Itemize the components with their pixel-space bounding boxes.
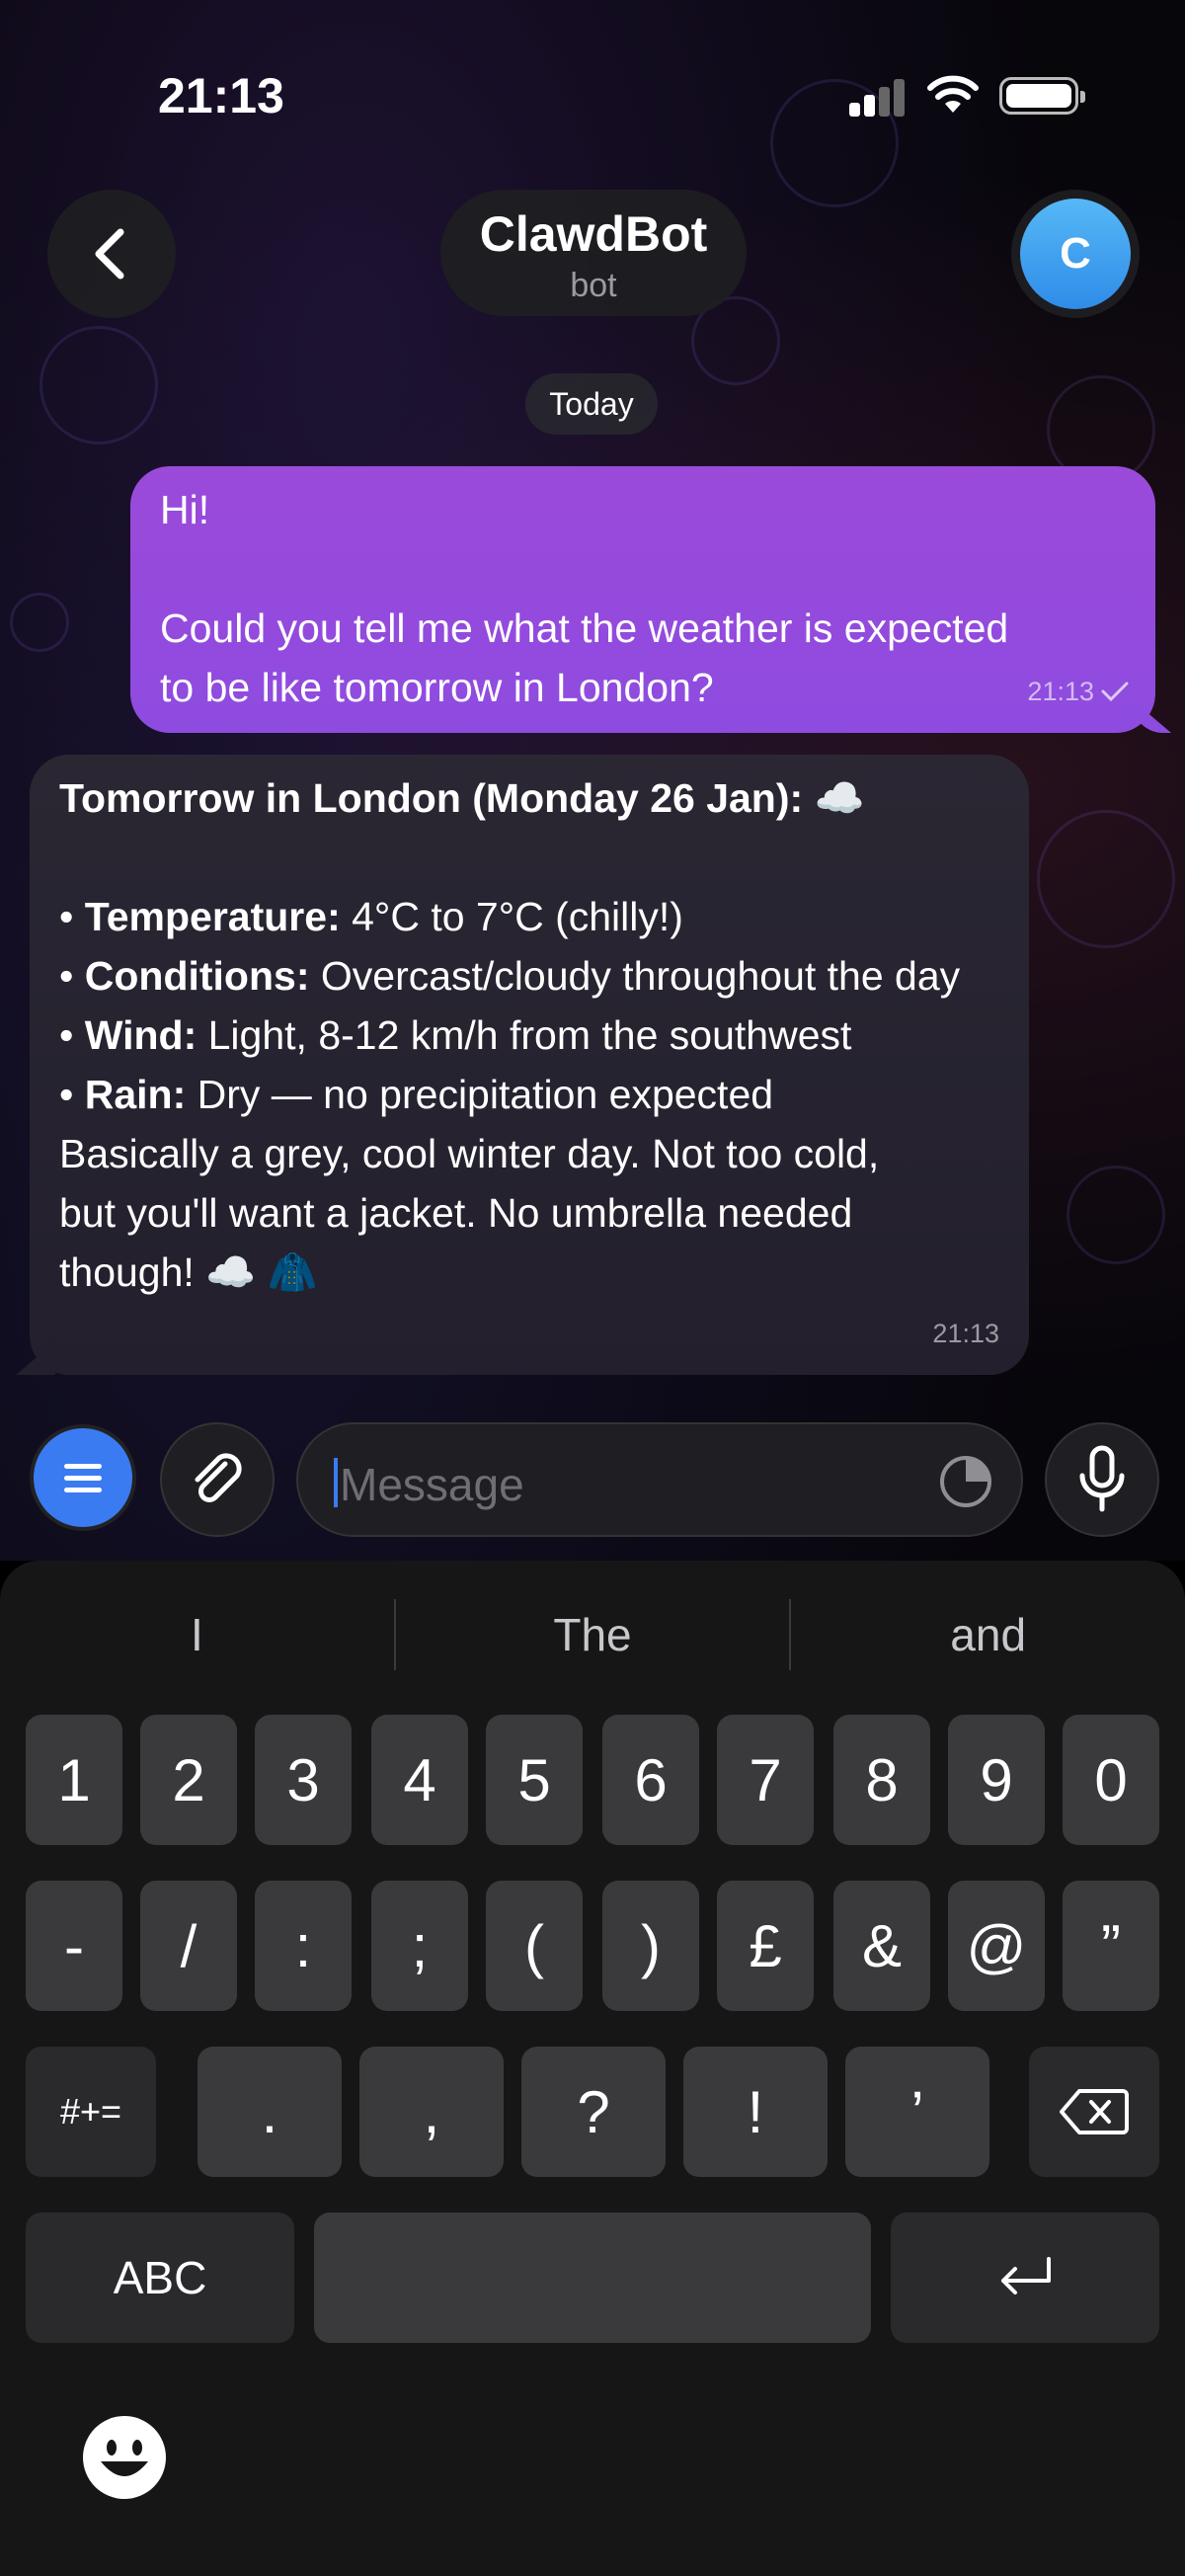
key[interactable]: ?	[521, 2047, 666, 2177]
timer-icon[interactable]	[938, 1454, 993, 1509]
battery-icon	[999, 77, 1085, 115]
message-bullet: • Rain: Dry — no precipitation expected	[59, 1072, 774, 1117]
key[interactable]: 1	[26, 1715, 122, 1845]
keyboard: I The and 1 2 3 4 5 6 7 8 9 0 - / : ; ( …	[0, 1561, 1185, 2576]
message-bullet: • Wind: Light, 8-12 km/h from the southw…	[59, 1012, 852, 1058]
avatar-letter: C	[1020, 199, 1131, 309]
message-line: to be like tomorrow in London?	[160, 665, 714, 710]
key[interactable]: &	[833, 1881, 930, 2011]
bullet-label: Rain:	[84, 1072, 187, 1117]
key[interactable]: 5	[486, 1715, 583, 1845]
message-meta: 21:13	[1027, 662, 1130, 721]
key[interactable]: 6	[602, 1715, 699, 1845]
key[interactable]: (	[486, 1881, 583, 2011]
bullet-label: Conditions:	[84, 953, 310, 999]
bot-menu-button[interactable]	[30, 1424, 136, 1531]
paperclip-icon	[195, 1453, 242, 1502]
outgoing-message[interactable]: Hi! Could you tell me what the weather i…	[130, 466, 1155, 733]
key[interactable]: 7	[717, 1715, 814, 1845]
suggestion-item[interactable]: and	[791, 1608, 1185, 1661]
key[interactable]: @	[948, 1881, 1045, 2011]
cellular-signal-icon	[849, 79, 907, 117]
text-caret	[334, 1458, 338, 1507]
back-button[interactable]	[47, 190, 176, 318]
key[interactable]: £	[717, 1881, 814, 2011]
key[interactable]: .	[198, 2047, 342, 2177]
bullet-text: Overcast/cloudy throughout the day	[309, 953, 961, 999]
suggestion-bar: I The and	[0, 1561, 1185, 1709]
key[interactable]: ’	[845, 2047, 989, 2177]
more-symbols-key[interactable]: #+=	[26, 2047, 156, 2177]
key[interactable]: 0	[1063, 1715, 1159, 1845]
key[interactable]: )	[602, 1881, 699, 2011]
chat-title[interactable]: ClawdBot bot	[440, 190, 747, 316]
message-line	[160, 539, 1126, 599]
incoming-message[interactable]: Tomorrow in London (Monday 26 Jan): ☁️ •…	[30, 755, 1029, 1375]
microphone-icon	[1079, 1445, 1125, 1512]
bullet-label: Temperature:	[84, 894, 341, 939]
suggestion-item[interactable]: The	[396, 1608, 790, 1661]
key[interactable]: 2	[140, 1715, 237, 1845]
message-line: Could you tell me what the weather is ex…	[160, 605, 1009, 651]
message-input[interactable]: Message	[296, 1422, 1023, 1537]
status-bar: 21:13	[0, 0, 1185, 178]
emoji-button[interactable]	[83, 2416, 166, 2499]
key[interactable]: 3	[255, 1715, 352, 1845]
chevron-left-icon	[95, 228, 124, 280]
return-key[interactable]	[891, 2213, 1159, 2343]
message-time: 21:13	[1027, 677, 1094, 706]
message-summary: Basically a grey, cool winter day. Not t…	[59, 1131, 880, 1295]
key[interactable]: 4	[371, 1715, 468, 1845]
key[interactable]: !	[683, 2047, 828, 2177]
key[interactable]: /	[140, 1881, 237, 2011]
key[interactable]: ,	[359, 2047, 504, 2177]
date-separator: Today	[525, 373, 658, 435]
microphone-button[interactable]	[1045, 1422, 1159, 1537]
key[interactable]: ”	[1063, 1881, 1159, 2011]
key[interactable]: 9	[948, 1715, 1045, 1845]
composer-bar: Message	[0, 1412, 1185, 1541]
smiley-icon	[85, 2418, 164, 2497]
key[interactable]: 8	[833, 1715, 930, 1845]
message-bullet: • Temperature: 4°C to 7°C (chilly!)	[59, 894, 683, 939]
status-time: 21:13	[158, 68, 284, 123]
key[interactable]: -	[26, 1881, 122, 2011]
message-placeholder: Message	[340, 1459, 524, 1510]
space-key[interactable]	[314, 2213, 871, 2343]
bullet-text: Dry — no precipitation expected	[186, 1072, 774, 1117]
bullet-label: Wind:	[84, 1012, 198, 1058]
message-time: 21:13	[932, 1319, 999, 1348]
return-icon	[1001, 2257, 1051, 2294]
bullet-text: 4°C to 7°C (chilly!)	[340, 894, 683, 939]
abc-key[interactable]: ABC	[26, 2213, 294, 2343]
chat-name: ClawdBot	[479, 206, 708, 262]
checkmark-icon	[1101, 682, 1129, 702]
menu-icon	[64, 1464, 102, 1492]
suggestion-item[interactable]: I	[0, 1608, 394, 1661]
message-heading: Tomorrow in London (Monday 26 Jan): ☁️	[59, 775, 865, 821]
attach-button[interactable]	[160, 1422, 275, 1537]
message-line: Hi!	[160, 487, 210, 532]
key[interactable]: ;	[371, 1881, 468, 2011]
bullet-text: Light, 8-12 km/h from the southwest	[197, 1012, 852, 1058]
backspace-icon	[1060, 2089, 1129, 2134]
chat-subtitle: bot	[570, 267, 617, 304]
wifi-icon	[927, 75, 979, 113]
backspace-key[interactable]	[1029, 2047, 1159, 2177]
message-bullet: • Conditions: Overcast/cloudy throughout…	[59, 953, 961, 999]
key[interactable]: :	[255, 1881, 352, 2011]
avatar[interactable]: C	[1011, 190, 1140, 318]
